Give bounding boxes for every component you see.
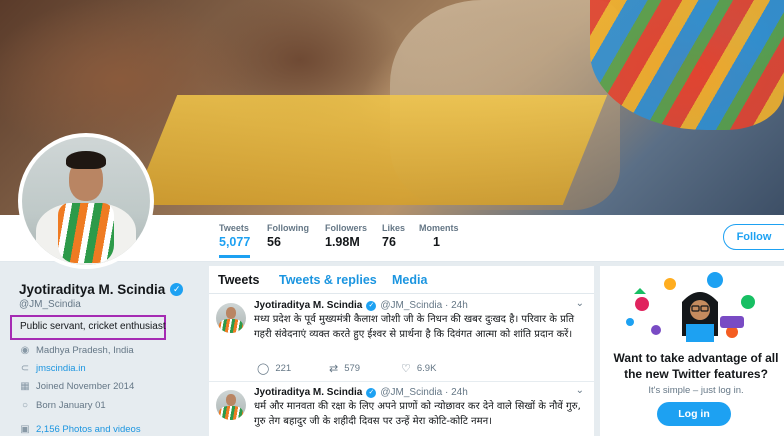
chevron-down-icon[interactable]: ⌄ <box>576 298 584 309</box>
heart-icon: ♡ <box>401 363 411 375</box>
tweet-text: मध्य प्रदेश के पूर्व मुख्यमंत्री कैलाश ज… <box>254 314 575 340</box>
stat-label: Likes <box>382 223 406 233</box>
reply-button[interactable]: ◯ 221 <box>257 362 329 375</box>
stat-label: Following <box>267 223 309 233</box>
stat-label: Moments <box>419 223 459 233</box>
stat-tweets[interactable]: Tweets 5,077 <box>219 223 251 258</box>
tweet-author[interactable]: Jyotiraditya M. Scindia <box>254 387 362 398</box>
tweet-handle-time[interactable]: @JM_Scindia · 24h <box>380 300 467 311</box>
dot-pink <box>635 297 649 311</box>
chevron-down-icon[interactable]: ⌄ <box>576 385 584 396</box>
login-promo-card: Want to take advantage of all the new Tw… <box>600 266 784 436</box>
tab-tweets[interactable]: Tweets <box>218 273 259 287</box>
tab-media[interactable]: Media <box>392 273 427 287</box>
tweet-author[interactable]: Jyotiraditya M. Scindia <box>254 300 362 311</box>
login-button[interactable]: Log in <box>657 402 731 426</box>
website-link[interactable]: jmscindia.in <box>36 363 86 374</box>
profile-joined: ▦ Joined November 2014 <box>20 381 134 392</box>
link-icon: ⊂ <box>20 363 30 374</box>
tweet-header: Jyotiraditya M. Scindia ✓ @JM_Scindia · … <box>254 387 468 398</box>
verified-badge-icon: ✓ <box>170 283 184 296</box>
timeline: Tweets Tweets & replies Media Jyotiradit… <box>209 266 594 436</box>
promo-title: Want to take advantage of all the new Tw… <box>613 351 779 381</box>
retweet-icon: ⇄ <box>329 363 339 375</box>
profile-photos[interactable]: ▣ 2,156 Photos and videos <box>20 424 141 435</box>
tweet-header: Jyotiraditya M. Scindia ✓ @JM_Scindia · … <box>254 300 468 311</box>
tweet-avatar[interactable] <box>216 303 246 333</box>
stat-moments[interactable]: Moments 1 <box>419 223 459 249</box>
stat-following[interactable]: Following 56 <box>267 223 309 249</box>
tweet-handle-time[interactable]: @JM_Scindia · 24h <box>380 387 467 398</box>
avatar-image <box>22 137 150 265</box>
stat-value: 56 <box>267 235 281 249</box>
stat-value: 1.98M <box>325 235 360 249</box>
stat-label: Tweets <box>219 223 249 233</box>
tab-tweets-replies[interactable]: Tweets & replies <box>279 273 377 287</box>
profile-avatar[interactable] <box>18 133 154 269</box>
balloon-icon: ○ <box>21 400 29 411</box>
stat-label: Followers <box>325 223 368 233</box>
stat-followers[interactable]: Followers 1.98M <box>325 223 367 249</box>
verified-badge-icon: ✓ <box>366 300 377 311</box>
promo-illustration <box>626 272 755 342</box>
promo-subtitle: It's simple – just log in. <box>648 385 744 396</box>
profile-bio: Public servant, cricket enthusiast <box>20 321 166 332</box>
verified-badge-icon: ✓ <box>366 387 377 398</box>
follow-button[interactable]: Follow <box>723 224 784 250</box>
tweet-actions: ◯ 221 ⇄ 579 ♡ 6.9K <box>257 362 473 375</box>
joined-text: Joined November 2014 <box>36 381 135 392</box>
photos-link[interactable]: 2,156 Photos and videos <box>36 424 141 435</box>
retweet-count: 579 <box>344 363 361 374</box>
location-pin-icon: ◉ <box>20 345 30 356</box>
profile-location: ◉ Madhya Pradesh, India <box>20 345 134 356</box>
profile-name-row: Jyotiraditya M. Scindia ✓ <box>19 282 184 297</box>
stat-value: 5,077 <box>219 235 251 249</box>
timeline-tabs: Tweets Tweets & replies Media <box>209 266 594 294</box>
profile-name[interactable]: Jyotiraditya M. Scindia <box>19 282 165 297</box>
like-count: 6.9K <box>416 363 437 374</box>
banner-board <box>132 95 608 205</box>
retweet-button[interactable]: ⇄ 579 <box>329 362 401 375</box>
stat-likes[interactable]: Likes 76 <box>382 223 405 249</box>
reply-count: 221 <box>275 363 292 374</box>
calendar-icon: ▦ <box>20 381 30 392</box>
profile-handle[interactable]: @JM_Scindia <box>19 299 81 310</box>
profile-birthday: ○ Born January 01 <box>20 400 106 411</box>
profile-website[interactable]: ⊂ jmscindia.in <box>20 363 86 374</box>
tweet-item[interactable]: Jyotiraditya M. Scindia ✓ @JM_Scindia · … <box>209 383 594 436</box>
stat-value: 76 <box>382 235 396 249</box>
reply-icon: ◯ <box>257 363 270 375</box>
stat-value: 1 <box>433 235 440 249</box>
tweet-item[interactable]: Jyotiraditya M. Scindia ✓ @JM_Scindia · … <box>209 296 594 382</box>
tweet-text: धर्म और मानवता की रक्षा के लिए अपने प्रा… <box>254 401 581 427</box>
like-button[interactable]: ♡ 6.9K <box>401 362 473 375</box>
photo-icon: ▣ <box>20 424 30 435</box>
tweet-avatar[interactable] <box>216 390 246 420</box>
born-text: Born January 01 <box>36 400 106 411</box>
location-text: Madhya Pradesh, India <box>36 345 134 356</box>
